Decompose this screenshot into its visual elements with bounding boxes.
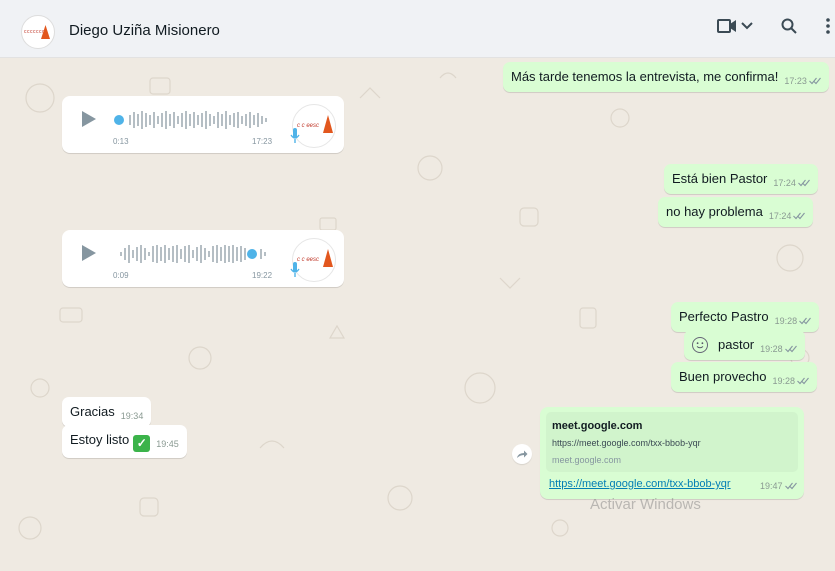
message-bubble-outgoing[interactable]: pastor 19:28 <box>684 330 805 360</box>
windows-activation-watermark: Activar Windows <box>590 496 701 513</box>
message-meta: 17:24 <box>769 211 806 221</box>
microphone-icon <box>290 128 300 143</box>
message-time: 19:28 <box>774 316 798 326</box>
message-meta: 19:28 <box>772 376 809 386</box>
read-ticks-icon <box>784 345 797 353</box>
message-time: 19:45 <box>156 439 179 449</box>
message-time: 17:23 <box>252 137 273 146</box>
flame-icon <box>323 249 333 267</box>
search-icon[interactable] <box>781 18 797 34</box>
message-meta: 19:28 <box>775 316 812 326</box>
message-bubble-outgoing[interactable]: Buen provecho 19:28 <box>671 362 817 392</box>
message-time: 19:28 <box>772 376 795 386</box>
message-time: 17:24 <box>768 211 792 221</box>
church-logo-icon: c c eesc <box>297 123 320 129</box>
message-text: pastor <box>718 337 755 352</box>
message-meta: 19:28 <box>760 344 797 354</box>
message-text: no hay problema <box>666 204 763 219</box>
flame-icon <box>323 115 333 133</box>
meet-link[interactable]: https://meet.google.com/txx-bbob-yqr <box>549 478 731 490</box>
message-bubble-outgoing[interactable]: Está bien Pastor 17:24 <box>664 164 818 194</box>
read-ticks-icon <box>797 377 809 385</box>
check-mark-emoji-icon: ✓ <box>133 434 151 452</box>
read-ticks-icon <box>784 482 797 490</box>
read-ticks-icon <box>808 77 821 85</box>
message-meta: 19:34 <box>121 411 144 421</box>
play-icon[interactable] <box>82 245 96 261</box>
message-text: Estoy listo <box>70 432 130 447</box>
chat-header: ccccccc Diego Uziña Misionero <box>0 0 835 58</box>
contact-avatar[interactable]: ccccccc <box>21 15 55 49</box>
forward-arrow-icon <box>517 450 528 458</box>
menu-dots-icon[interactable] <box>826 18 830 34</box>
voice-duration: 0:13 <box>113 137 129 146</box>
message-meta: 19:45 <box>156 439 179 449</box>
voice-waveform[interactable] <box>112 242 282 266</box>
link-preview-domain: meet.google.com <box>552 455 622 465</box>
video-call-icon[interactable] <box>717 18 737 34</box>
message-bubble-incoming[interactable]: Estoy listo ✓ 19:45 <box>62 425 187 458</box>
message-time: 19:47 <box>760 481 783 491</box>
voice-message[interactable]: 0:13 17:23 c c eesc <box>62 96 344 153</box>
message-meta: 17:23 <box>784 76 821 86</box>
message-text: Buen provecho <box>679 369 767 384</box>
microphone-icon <box>290 262 300 277</box>
message-text: Perfecto Pastro <box>679 309 769 324</box>
read-ticks-icon <box>799 317 812 325</box>
message-text: Está bien Pastor <box>672 171 768 186</box>
message-text: Más tarde tenemos la entrevista, me conf… <box>511 69 779 84</box>
voice-waveform[interactable] <box>112 108 282 132</box>
smiling-face-emoji-icon <box>692 337 708 353</box>
link-preview[interactable]: meet.google.com https://meet.google.com/… <box>546 412 798 472</box>
message-text: Gracias <box>70 404 115 419</box>
message-bubble-outgoing[interactable]: Perfecto Pastro 19:28 <box>671 302 820 332</box>
message-time: 19:22 <box>252 271 273 280</box>
read-ticks-icon <box>798 179 810 187</box>
message-bubble-outgoing[interactable]: no hay problema 17:24 <box>658 197 814 227</box>
message-time: 17:23 <box>784 76 807 86</box>
contact-name[interactable]: Diego Uziña Misionero <box>69 22 220 39</box>
chevron-down-icon[interactable] <box>741 18 753 34</box>
voice-message[interactable]: 0:09 19:22 c c eesc <box>62 230 344 287</box>
church-logo-icon: c c eesc <box>297 257 320 263</box>
church-logo-icon: ccccccc <box>24 29 45 35</box>
link-message-bubble[interactable]: meet.google.com https://meet.google.com/… <box>540 407 804 499</box>
message-meta: 17:24 <box>773 178 810 188</box>
message-time: 17:24 <box>773 178 796 188</box>
link-preview-url: https://meet.google.com/txx-bbob-yqr <box>552 438 701 448</box>
message-bubble-incoming[interactable]: Gracias 19:34 <box>62 397 152 427</box>
message-time: 19:34 <box>120 411 144 421</box>
link-preview-title: meet.google.com <box>552 420 643 432</box>
message-meta: 19:47 <box>760 481 797 491</box>
play-icon[interactable] <box>82 111 96 127</box>
message-time: 19:28 <box>760 344 783 354</box>
read-ticks-icon <box>793 212 806 220</box>
forward-button[interactable] <box>512 444 532 464</box>
voice-duration: 0:09 <box>113 271 129 280</box>
message-bubble-outgoing[interactable]: Más tarde tenemos la entrevista, me conf… <box>503 62 829 92</box>
